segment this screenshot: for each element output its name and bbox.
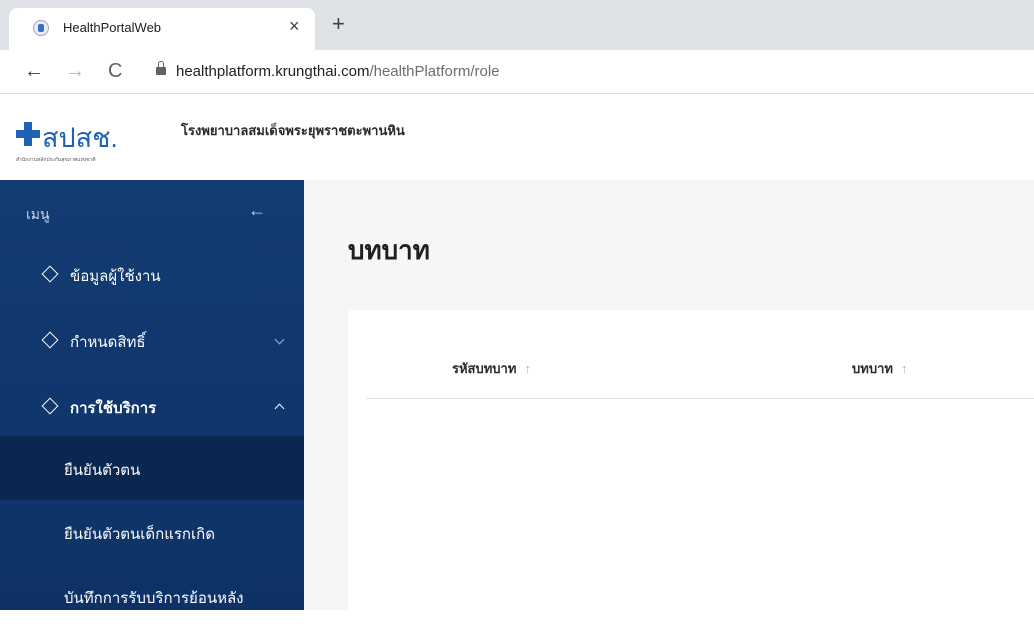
chevron-down-icon: [274, 334, 285, 345]
browser-tab-strip: HealthPortalWeb × +: [0, 0, 1034, 50]
browser-toolbar: ← → C healthplatform.krungthai.com/healt…: [0, 50, 1034, 94]
roles-table-card: รหัสบทบาท ↑ บทบาท ↑: [348, 310, 1034, 610]
sidebar-item-label: การใช้บริการ: [70, 400, 157, 417]
address-bar[interactable]: healthplatform.krungthai.com/healthPlatf…: [140, 56, 1034, 88]
column-header-role-code[interactable]: รหัสบทบาท ↑: [452, 358, 531, 379]
chevron-up-icon: [274, 403, 285, 414]
lock-icon[interactable]: [156, 61, 166, 75]
reload-icon[interactable]: C: [108, 61, 122, 81]
sidebar-subitem-verify-identity[interactable]: ยืนยันตัวตน: [0, 436, 304, 500]
logo-text: สปสช.: [42, 123, 118, 153]
sidebar-item-user-info[interactable]: ข้อมูลผู้ใช้งาน: [0, 242, 304, 306]
back-arrow-icon[interactable]: ←: [24, 61, 44, 81]
sidebar-header: เมนู ←: [0, 180, 304, 242]
page-title: บทบาท: [348, 235, 430, 265]
url-text[interactable]: healthplatform.krungthai.com/healthPlatf…: [176, 63, 500, 80]
diamond-icon: [41, 397, 59, 415]
main-content: บทบาท รหัสบทบาท ↑ บทบาท ↑: [304, 180, 1034, 610]
hospital-name: โรงพยาบาลสมเด็จพระยุพราชตะพานหิน: [181, 123, 405, 138]
site-favicon-icon: [33, 20, 49, 36]
sidebar-subitem-label: ยืนยันตัวตน: [64, 462, 141, 479]
sidebar-subitem-label: บันทึกการรับบริการย้อนหลัง: [64, 590, 244, 607]
diamond-icon: [41, 265, 59, 283]
sidebar-item-services[interactable]: การใช้บริการ: [0, 374, 304, 438]
tab-title: HealthPortalWeb: [63, 20, 162, 35]
sort-arrow-icon[interactable]: ↑: [901, 361, 908, 376]
sidebar-subitem-record-past-service[interactable]: บันทึกการรับบริการย้อนหลัง: [0, 564, 304, 628]
app-header: สปสช. สำนักงานหลักประกันสุขภาพแห่งชาติ โ…: [0, 94, 1034, 180]
new-tab-icon[interactable]: +: [332, 13, 345, 35]
collapse-sidebar-icon[interactable]: ←: [248, 200, 266, 221]
column-header-role[interactable]: บทบาท ↑: [852, 358, 907, 379]
sidebar-item-label: ข้อมูลผู้ใช้งาน: [70, 268, 161, 285]
medical-cross-icon: [16, 122, 40, 146]
sidebar-item-label: กำหนดสิทธิ์: [70, 334, 146, 351]
logo-subtitle: สำนักงานหลักประกันสุขภาพแห่งชาติ: [16, 157, 96, 163]
menu-label: เมนู: [26, 206, 50, 222]
nhso-logo[interactable]: สปสช. สำนักงานหลักประกันสุขภาพแห่งชาติ: [16, 116, 166, 168]
close-tab-icon[interactable]: ×: [289, 16, 300, 36]
forward-arrow-icon[interactable]: →: [65, 61, 85, 81]
column-header-label: บทบาท: [852, 361, 893, 376]
browser-tab[interactable]: HealthPortalWeb ×: [9, 8, 315, 50]
sort-arrow-icon[interactable]: ↑: [524, 361, 531, 376]
sidebar-subitem-verify-newborn[interactable]: ยืนยันตัวตนเด็กแรกเกิด: [0, 500, 304, 564]
url-path: /healthPlatform/role: [369, 63, 500, 80]
sidebar-item-permissions[interactable]: กำหนดสิทธิ์: [0, 308, 304, 372]
table-header-divider: [366, 398, 1034, 399]
sidebar-subitem-label: ยืนยันตัวตนเด็กแรกเกิด: [64, 526, 215, 543]
url-host: healthplatform.krungthai.com: [176, 63, 370, 80]
sidebar-menu: เมนู ← ข้อมูลผู้ใช้งาน กำหนดสิทธิ์ การใช…: [0, 180, 304, 610]
column-header-label: รหัสบทบาท: [452, 361, 517, 376]
diamond-icon: [41, 331, 59, 349]
